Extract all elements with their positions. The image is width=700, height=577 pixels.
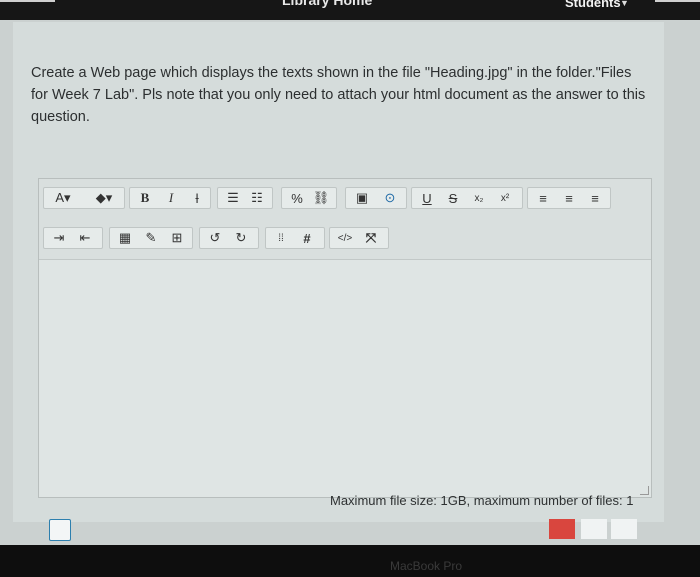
font-color-button[interactable]: A▾	[50, 188, 76, 208]
fullscreen-icon[interactable]: ⤧	[360, 228, 382, 248]
toolbar-group-script: U S x₂ x²	[411, 187, 523, 209]
resize-handle-icon[interactable]	[640, 486, 649, 495]
outdent-icon[interactable]: ⇤	[74, 228, 96, 248]
question-text: Create a Web page which displays the tex…	[31, 65, 646, 125]
nav-students[interactable]: Students	[565, 0, 621, 10]
bold-button[interactable]: B	[134, 188, 156, 208]
indent-icon[interactable]: ⇥	[48, 228, 70, 248]
italic-button[interactable]: I	[160, 188, 182, 208]
underline-button[interactable]: U	[416, 188, 438, 208]
laptop-label: MacBook Pro	[390, 559, 463, 573]
bullet-list-icon[interactable]: ☰	[222, 188, 244, 208]
laptop-bezel: MacBook Pro	[0, 545, 700, 577]
strikethrough-button[interactable]: S	[442, 188, 464, 208]
html-code-icon[interactable]: </>	[334, 228, 356, 248]
superscript-button[interactable]: x²	[494, 188, 516, 208]
align-right-icon[interactable]: ≡	[584, 188, 606, 208]
nav-accent-right	[655, 0, 700, 2]
toolbar-group-text: B I Ɨ	[129, 187, 211, 209]
view-grid-icon[interactable]	[549, 519, 575, 539]
toolbar-group-color: A▾ ◆▾	[43, 187, 125, 209]
nav-accent-left	[0, 0, 55, 2]
align-left-icon[interactable]: ≡	[532, 188, 554, 208]
toolbar-group-code: </> ⤧	[329, 227, 389, 249]
toolbar-group-links: % ⛓	[281, 187, 337, 209]
toolbar-group-indent: ⇥ ⇤	[43, 227, 103, 249]
media-icon[interactable]: ⊙	[378, 188, 402, 208]
nav-library-home[interactable]: Library Home	[282, 0, 372, 8]
file-size-note: Maximum file size: 1GB, maximum number o…	[330, 493, 634, 508]
undo-icon[interactable]: ↺	[204, 228, 226, 248]
chevron-down-icon[interactable]: ▼	[620, 0, 629, 8]
editor-toolbar: A▾ ◆▾ B I Ɨ ☰ ☷ % ⛓ ▣ ⊙ U S x₂ x² ≡ ≡ ≡ …	[39, 179, 651, 260]
accessibility-icon[interactable]: ⁞⁞	[270, 228, 292, 248]
toolbar-group-align: ≡ ≡ ≡	[527, 187, 611, 209]
highlight-button[interactable]: ◆▾	[90, 188, 118, 208]
equation-icon[interactable]: ▦	[114, 228, 136, 248]
hashtag-icon[interactable]: #	[296, 228, 318, 248]
toolbar-group-lists: ☰ ☷	[217, 187, 273, 209]
file-upload-bar	[49, 517, 649, 541]
align-center-icon[interactable]: ≡	[558, 188, 580, 208]
numbered-list-icon[interactable]: ☷	[246, 188, 268, 208]
table-icon[interactable]: ⊞	[166, 228, 188, 248]
toolbar-group-media: ▣ ⊙	[345, 187, 407, 209]
unlink-icon[interactable]: ⛓	[310, 188, 332, 208]
link-icon[interactable]: %	[286, 188, 308, 208]
toolbar-group-special: ⁞⁞ #	[265, 227, 325, 249]
editor-text-area[interactable]	[39, 260, 651, 497]
redo-icon[interactable]: ↻	[230, 228, 252, 248]
view-folder-icon[interactable]	[611, 519, 637, 539]
file-icon[interactable]	[49, 519, 71, 541]
top-nav-bar: Library Home Students ▼	[0, 0, 700, 20]
edit-icon[interactable]: ✎	[140, 228, 162, 248]
text-editor: A▾ ◆▾ B I Ɨ ☰ ☷ % ⛓ ▣ ⊙ U S x₂ x² ≡ ≡ ≡ …	[38, 178, 652, 498]
subscript-button[interactable]: x₂	[468, 188, 490, 208]
view-list-icon[interactable]	[581, 519, 607, 539]
image-icon[interactable]: ▣	[350, 188, 374, 208]
toolbar-group-history: ↺ ↻	[199, 227, 259, 249]
clear-format-button[interactable]: Ɨ	[186, 188, 208, 208]
toolbar-group-insert: ▦ ✎ ⊞	[109, 227, 193, 249]
